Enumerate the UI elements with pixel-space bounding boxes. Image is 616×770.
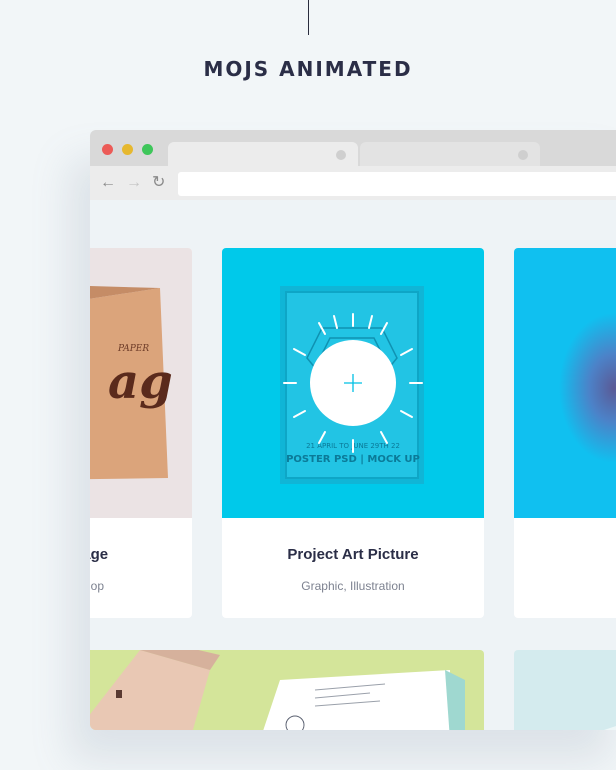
maximize-window-dot[interactable]	[142, 144, 153, 155]
poster-frame-illustration: 21 APRIL TO JUNE 29TH 22 POSTER PSD | MO…	[280, 286, 424, 484]
business-card-illustration	[90, 650, 465, 730]
card-category: Graphic, Illustration	[301, 579, 405, 593]
page-viewport: PAPER ag kage shop 21 APRIL TO JUNE 29TH…	[90, 200, 616, 730]
card-image: 21 APRIL TO JUNE 29TH 22 POSTER PSD | MO…	[222, 248, 484, 518]
tab-close-icon[interactable]	[518, 150, 528, 160]
card-title[interactable]: kage	[90, 546, 192, 563]
browser-tab-active[interactable]	[168, 142, 358, 166]
portfolio-card[interactable]	[90, 650, 484, 730]
card-image: PAPER ag	[90, 248, 192, 518]
portfolio-card[interactable]	[514, 650, 616, 730]
tab-close-icon[interactable]	[336, 150, 346, 160]
reload-icon[interactable]: ↻	[152, 174, 165, 192]
close-window-dot[interactable]	[102, 144, 113, 155]
bag-small-text: PAPER	[117, 344, 149, 354]
browser-tab-bar	[90, 130, 616, 166]
bag-big-text: ag	[108, 354, 173, 410]
address-bar-row: ← → ↻	[90, 166, 616, 200]
portfolio-card[interactable]: PAPER ag kage shop	[90, 248, 192, 618]
address-input[interactable]	[178, 172, 616, 196]
minimize-window-dot[interactable]	[122, 144, 133, 155]
card-category: shop	[90, 579, 105, 593]
poster-line2: POSTER PSD | MOCK UP	[286, 454, 420, 465]
card-image	[514, 248, 616, 518]
browser-window: ← → ↻ PAPER ag kage shop	[90, 130, 616, 730]
portfolio-card[interactable]	[514, 248, 616, 618]
forward-arrow-icon[interactable]: →	[126, 174, 142, 192]
section-title: MOJS ANIMATED	[203, 57, 413, 81]
card-title[interactable]: Project Art Picture	[222, 546, 484, 563]
top-divider-line	[308, 0, 309, 35]
browser-tab-inactive[interactable]	[360, 142, 540, 166]
back-arrow-icon[interactable]: ←	[100, 174, 116, 192]
portfolio-card[interactable]: 21 APRIL TO JUNE 29TH 22 POSTER PSD | MO…	[222, 248, 484, 618]
paper-bag-illustration: PAPER ag	[90, 286, 173, 480]
geometric-illustration	[604, 726, 616, 730]
